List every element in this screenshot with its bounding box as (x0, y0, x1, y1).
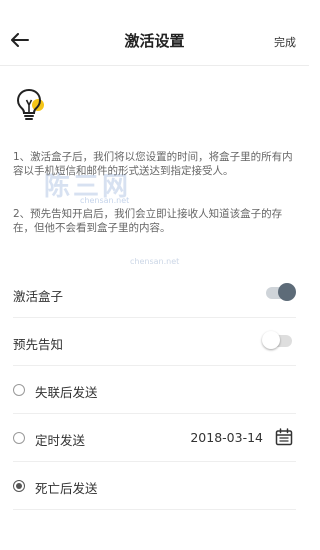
watermark-subtext: chensan.net (80, 196, 130, 205)
calendar-icon[interactable] (275, 428, 293, 446)
after-death-radio[interactable] (13, 480, 25, 492)
send-after-death-row[interactable]: 死亡后发送 (0, 462, 309, 510)
page-title: 激活设置 (124, 32, 185, 50)
lost-contact-label: 失联后发送 (35, 385, 98, 400)
lost-contact-radio[interactable] (13, 384, 25, 396)
pre-notify-label: 预先告知 (13, 337, 64, 352)
header-bar: 激活设置 完成 (0, 0, 309, 66)
scheduled-send-label: 定时发送 (35, 433, 86, 448)
watermark-subtext-secondary: chensan.net (130, 257, 180, 266)
description-paragraph-1: 1、激活盒子后，我们将以您设置的时间，将盒子里的所有内容以手机短信和邮件的形式送… (13, 151, 293, 177)
pre-notify-row: 预先告知 (0, 318, 309, 366)
scheduled-send-row[interactable]: 定时发送 2018-03-14 (0, 414, 309, 462)
description-paragraph-2: 2、预先告知开启后，我们会立即让接收人知道该盒子的存在，但他不会看到盒子里的内容… (13, 208, 283, 234)
lightbulb-icon (16, 88, 44, 120)
toggle-knob (262, 331, 280, 349)
activate-box-toggle[interactable] (266, 283, 296, 301)
activate-box-label: 激活盒子 (13, 289, 64, 304)
pre-notify-toggle[interactable] (262, 331, 292, 349)
send-after-lost-contact-row[interactable]: 失联后发送 (0, 366, 309, 414)
scheduled-date-value[interactable]: 2018-03-14 (190, 430, 263, 445)
scheduled-send-radio[interactable] (13, 432, 25, 444)
toggle-knob (278, 283, 296, 301)
after-death-label: 死亡后发送 (35, 481, 98, 496)
done-button[interactable]: 完成 (274, 34, 296, 50)
divider (13, 509, 296, 510)
activate-box-row: 激活盒子 (0, 270, 309, 318)
